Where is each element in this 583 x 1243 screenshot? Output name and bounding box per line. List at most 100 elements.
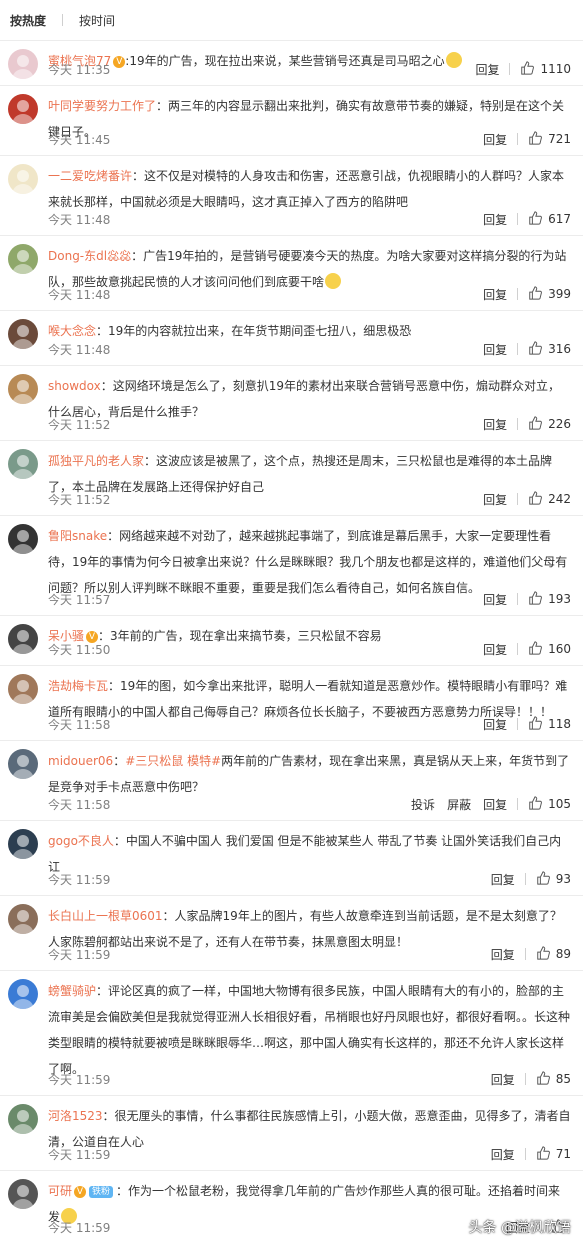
thumbs-up-icon	[536, 1145, 556, 1163]
like-count: 85	[555, 1072, 571, 1086]
reply-button[interactable]: 回复	[491, 946, 515, 963]
footer-divider	[517, 493, 519, 505]
avatar[interactable]	[8, 49, 38, 79]
like-button[interactable]: 242	[528, 490, 571, 508]
username-link[interactable]: 鲁阳snake	[48, 529, 107, 543]
avatar[interactable]	[8, 674, 38, 704]
like-button[interactable]: 721	[528, 130, 571, 148]
sort-by-hot-tab[interactable]: 按热度	[6, 12, 50, 29]
comment-text: ：评论区真的疯了一样，中国地大物博有很多民族，中国人眼睛有大的有小的，脸部的主流…	[48, 984, 571, 1076]
avatar[interactable]	[8, 1179, 38, 1209]
thumbs-up-icon	[528, 285, 548, 303]
username-link[interactable]: showdox	[48, 379, 101, 393]
block-button[interactable]: 屏蔽	[447, 796, 471, 813]
like-button[interactable]: 71	[536, 1145, 571, 1163]
comment-time: 今天 11:58	[48, 797, 111, 812]
reply-button[interactable]: 回复	[483, 416, 507, 433]
user-avatar-icon	[12, 530, 34, 554]
comment-item: 一二爱吃烤番许：这不仅是对模特的人身攻击和伤害，还恶意引战，仇视眼睛小的人群吗？…	[0, 155, 583, 235]
user-avatar-icon	[12, 100, 34, 124]
comment-time: 今天 11:48	[48, 212, 111, 227]
reply-button[interactable]: 回复	[483, 131, 507, 148]
footer-divider	[517, 718, 519, 730]
like-button[interactable]: 93	[536, 870, 571, 888]
username-link[interactable]: 螃蟹骑驴	[48, 984, 96, 998]
like-button[interactable]: 105	[528, 795, 571, 813]
like-button[interactable]: 226	[528, 415, 571, 433]
like-button[interactable]: 89	[536, 945, 571, 963]
comment-time: 今天 11:59	[48, 1147, 111, 1162]
like-button[interactable]: 316	[528, 340, 571, 358]
avatar[interactable]	[8, 319, 38, 349]
username-link[interactable]: 浩劫梅卡瓦	[48, 679, 108, 693]
thumbs-up-icon	[528, 130, 548, 148]
username-link[interactable]: 一二爱吃烤番许	[48, 169, 132, 183]
reply-button[interactable]: 回复	[483, 716, 507, 733]
comment-item: 长白山上一根草0601：人家品牌19年上的图片，有些人故意牵连到当前话题，是不是…	[0, 895, 583, 970]
username-link[interactable]: 长白山上一根草0601	[48, 909, 163, 923]
like-button[interactable]: 193	[528, 590, 571, 608]
username-link[interactable]: 孤独平凡的老人家	[48, 454, 144, 468]
report-button[interactable]: 投诉	[411, 796, 435, 813]
footer-divider	[524, 948, 526, 960]
avatar[interactable]	[8, 979, 38, 1009]
like-button[interactable]: 399	[528, 285, 571, 303]
reply-button[interactable]: 回复	[491, 1071, 515, 1088]
avatar[interactable]	[8, 904, 38, 934]
comment-item: 呆小骚 V ：3年前的广告，现在拿出来搞节奏，三只松鼠不容易 今天 11:50 回复 16…	[0, 615, 583, 665]
avatar[interactable]	[8, 524, 38, 554]
like-button[interactable]: 1110	[520, 60, 571, 78]
user-avatar-icon	[12, 755, 34, 779]
username-link[interactable]: gogo不良人	[48, 834, 114, 848]
avatar[interactable]	[8, 829, 38, 859]
like-button[interactable]: 85	[536, 1070, 571, 1088]
username-link[interactable]: midouer06	[48, 754, 113, 768]
like-count: 105	[548, 797, 571, 811]
avatar[interactable]	[8, 449, 38, 479]
avatar[interactable]	[8, 94, 38, 124]
reply-button[interactable]: 回复	[491, 871, 515, 888]
reply-button[interactable]: 回复	[483, 641, 507, 658]
comment-footer: 今天 11:59 回复 93	[48, 869, 571, 889]
comment-body: 螃蟹骑驴：评论区真的疯了一样，中国地大物博有很多民族，中国人眼睛有大的有小的，脸…	[48, 978, 571, 1082]
like-button[interactable]: 617	[528, 210, 571, 228]
comment-time: 今天 11:50	[48, 642, 111, 657]
like-button[interactable]: 160	[528, 640, 571, 658]
username-link[interactable]: 叶同学要努力工作了	[48, 99, 156, 113]
footer-divider	[524, 1148, 526, 1160]
comment-item: 浩劫梅卡瓦：19年的图，如今拿出来批评，聪明人一看就知道是恶意炒作。模特眼睛小有…	[0, 665, 583, 740]
sort-by-time-tab[interactable]: 按时间	[75, 12, 119, 29]
comment-footer: 今天 11:59 回复 89	[48, 944, 571, 964]
avatar[interactable]	[8, 374, 38, 404]
reply-button[interactable]: 回复	[483, 341, 507, 358]
avatar[interactable]	[8, 1104, 38, 1134]
username-link[interactable]: 喉大念念	[48, 324, 96, 338]
like-count: 1110	[540, 62, 571, 76]
reply-button[interactable]: 回复	[483, 211, 507, 228]
reply-button[interactable]: 回复	[483, 286, 507, 303]
comment-footer: 今天 11:50 回复 160	[48, 639, 571, 659]
username-link[interactable]: 可研	[48, 1184, 72, 1198]
avatar[interactable]	[8, 749, 38, 779]
thumbs-up-icon	[528, 640, 548, 658]
topic-link[interactable]: #三只松鼠 模特#	[125, 754, 221, 768]
reply-button[interactable]: 回复	[491, 1146, 515, 1163]
avatar[interactable]	[8, 164, 38, 194]
avatar[interactable]	[8, 624, 38, 654]
like-button[interactable]: 118	[528, 715, 571, 733]
footer-divider	[517, 418, 519, 430]
sort-divider	[62, 14, 64, 26]
username-link[interactable]: Dong-东dl惢惢	[48, 249, 131, 263]
thumbs-up-icon	[528, 590, 548, 608]
reply-button[interactable]: 回复	[475, 61, 499, 78]
avatar[interactable]	[8, 244, 38, 274]
reply-button[interactable]: 回复	[483, 591, 507, 608]
comment-item: showdox：这网络环境是怎么了，刻意扒19年的素材出来联合营销号恶意中伤，煽…	[0, 365, 583, 440]
reply-button[interactable]: 回复	[483, 796, 507, 813]
reply-button[interactable]: 回复	[483, 491, 507, 508]
username-link[interactable]: 河洛1523	[48, 1109, 103, 1123]
comment-footer: 今天 11:48 回复 617	[48, 209, 571, 229]
like-count: 118	[548, 717, 571, 731]
thumbs-up-icon	[528, 340, 548, 358]
comment-time: 今天 11:35	[48, 62, 111, 77]
